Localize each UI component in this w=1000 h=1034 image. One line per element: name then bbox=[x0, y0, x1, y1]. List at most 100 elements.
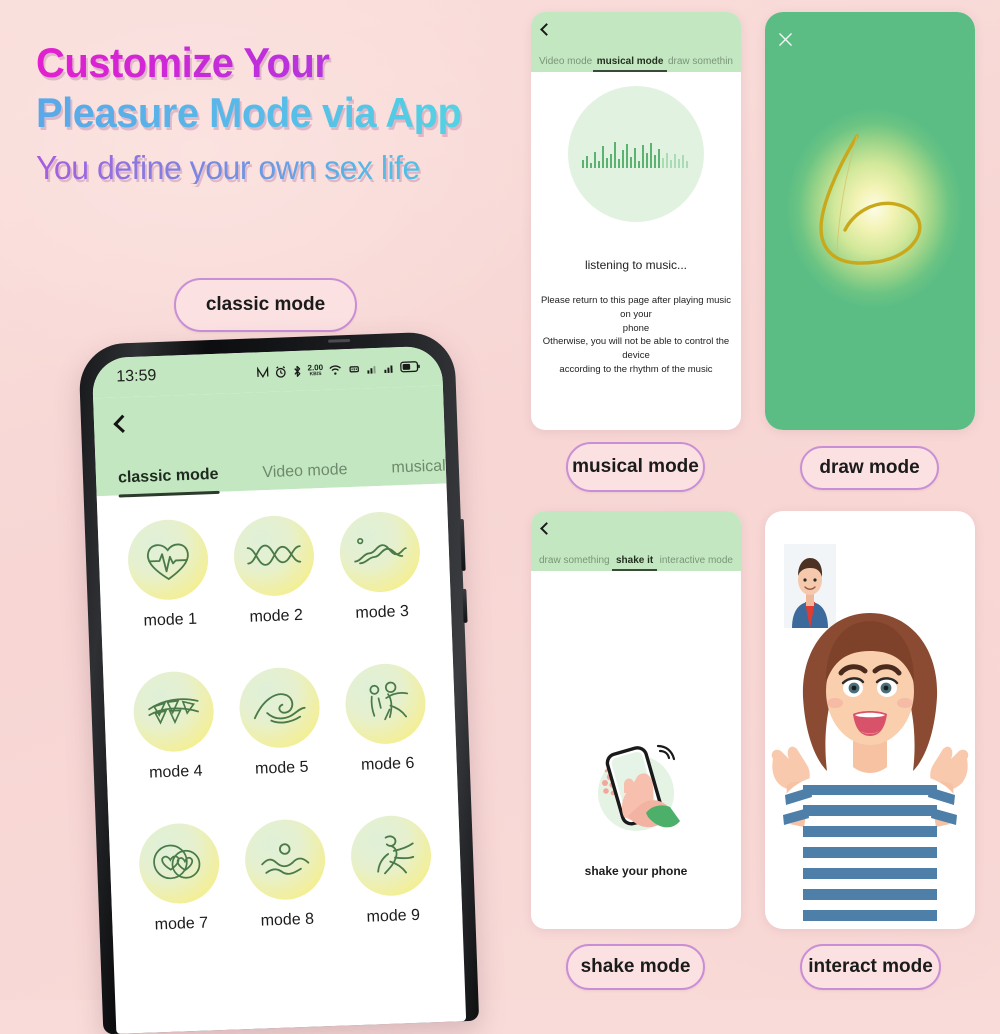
mode-label: mode 9 bbox=[366, 906, 421, 926]
tab-interactive-mode[interactable]: interactive mode bbox=[660, 555, 733, 571]
body-striped-shirt bbox=[783, 757, 957, 929]
mode-label: mode 6 bbox=[360, 754, 415, 774]
chevron-left-icon bbox=[540, 22, 553, 36]
mode-label: mode 4 bbox=[148, 762, 203, 782]
musical-body: listening to music... Please return to t… bbox=[531, 72, 741, 377]
draw-mode-card bbox=[765, 12, 975, 430]
mode-label: mode 7 bbox=[154, 914, 209, 934]
mode-icon-circle bbox=[338, 510, 422, 594]
alarm-icon bbox=[276, 365, 287, 378]
ripple-wave-icon bbox=[354, 537, 407, 565]
female-avatar-video bbox=[771, 613, 969, 929]
mode-icon-circle bbox=[243, 818, 327, 902]
mode-tile-3[interactable]: mode 3 bbox=[325, 510, 435, 624]
mode-icon-circle bbox=[349, 814, 433, 898]
card-header: draw something shake it interactive mode bbox=[531, 511, 741, 571]
card-header: Video mode musical mode draw somethin bbox=[531, 12, 741, 72]
pill-text: shake mode bbox=[580, 956, 691, 977]
tab-draw-something[interactable]: draw something bbox=[539, 555, 610, 571]
heartbeat-icon bbox=[146, 543, 189, 581]
mode-label: mode 8 bbox=[260, 910, 315, 930]
shake-mode-card: draw something shake it interactive mode bbox=[531, 511, 741, 929]
mode-grid: mode 1 mode 2 mode 3 mode 4 mode 5 mode … bbox=[96, 483, 463, 937]
back-button[interactable] bbox=[531, 511, 741, 545]
mode-tab-bar: draw something shake it interactive mode bbox=[531, 545, 741, 571]
double-heart-icon bbox=[153, 844, 201, 880]
tab-classic-mode[interactable]: classic mode bbox=[118, 466, 219, 496]
signal-1-icon bbox=[367, 365, 376, 374]
headline-line-2: Pleasure Mode via App bbox=[36, 92, 492, 134]
label-pill-shake-mode: shake mode bbox=[566, 944, 705, 990]
mode-tile-5[interactable]: mode 5 bbox=[225, 666, 335, 780]
back-button[interactable] bbox=[531, 12, 741, 46]
headline-block: Customize Your Pleasure Mode via App You… bbox=[36, 42, 516, 185]
mode-tile-2[interactable]: mode 2 bbox=[220, 514, 330, 628]
label-pill-interact-mode: interact mode bbox=[800, 944, 941, 990]
label-pill-draw-mode: draw mode bbox=[800, 446, 939, 490]
mode-tile-9[interactable]: mode 9 bbox=[337, 814, 447, 928]
shake-body: shake your phone bbox=[531, 571, 741, 929]
phone-mockup: 13:59 2.00 KB/S classic mode Video mode … bbox=[78, 331, 480, 1034]
mode-tab-bar: Video mode musical mode draw somethin bbox=[531, 46, 741, 72]
mode-label: mode 1 bbox=[143, 610, 198, 630]
mode-label: mode 2 bbox=[249, 606, 304, 626]
pill-text: classic mode bbox=[205, 294, 326, 315]
interact-mode-card bbox=[765, 511, 975, 929]
tab-video-mode[interactable]: Video mode bbox=[539, 56, 592, 72]
instruction-line-4: according to the rhythm of the music bbox=[559, 363, 713, 375]
mode-icon-circle bbox=[126, 518, 210, 602]
phone-screen: 13:59 2.00 KB/S classic mode Video mode … bbox=[91, 345, 467, 1034]
headline-subtitle: You define your own sex life bbox=[36, 151, 502, 184]
mode-tile-6[interactable]: mode 6 bbox=[331, 662, 441, 776]
pill-text: musical mode bbox=[572, 456, 699, 477]
chevron-left-icon bbox=[540, 521, 553, 535]
mode-tile-7[interactable]: mode 7 bbox=[125, 822, 235, 936]
swimmer-icon bbox=[261, 843, 310, 875]
label-pill-classic-mode: classic mode bbox=[174, 278, 357, 332]
instruction-line-3: Otherwise, you will not be able to contr… bbox=[542, 336, 730, 362]
label-pill-musical-mode: musical mode bbox=[566, 442, 705, 492]
mode-icon-circle bbox=[137, 822, 221, 905]
mode-label: mode 3 bbox=[355, 602, 410, 622]
tab-musical-mode[interactable]: musical mode bbox=[592, 56, 668, 72]
vibrate-icon bbox=[349, 365, 359, 372]
musical-mode-card: Video mode musical mode draw somethin li… bbox=[531, 12, 741, 430]
tab-draw-something[interactable]: draw somethin bbox=[668, 56, 733, 72]
tab-video-mode[interactable]: Video mode bbox=[262, 461, 348, 490]
app-header: classic mode Video mode musical mode bbox=[93, 385, 466, 497]
status-bar-icons: 2.00 KB/S bbox=[256, 360, 420, 379]
listening-status-text: listening to music... bbox=[584, 258, 688, 272]
hand-shaking-phone-icon bbox=[598, 744, 680, 831]
mode-tile-8[interactable]: mode 8 bbox=[231, 818, 341, 932]
dancing-people-icon bbox=[369, 681, 409, 721]
mode-tile-1[interactable]: mode 1 bbox=[114, 518, 224, 632]
listening-disc bbox=[568, 86, 704, 222]
pill-text: draw mode bbox=[819, 457, 920, 478]
chevron-left-icon bbox=[113, 414, 132, 433]
drawn-stroke-path bbox=[819, 134, 922, 265]
bluetooth-icon bbox=[294, 365, 301, 377]
nfc-icon bbox=[257, 365, 269, 378]
mode-icon-circle bbox=[238, 666, 321, 750]
wave-crossing-icon bbox=[246, 544, 302, 566]
musical-instructions: Please return to this page after playing… bbox=[531, 294, 741, 377]
status-bar-time: 13:59 bbox=[116, 367, 157, 386]
mode-tile-4[interactable]: mode 4 bbox=[119, 670, 229, 784]
shake-caption: shake your phone bbox=[584, 864, 688, 878]
data-speed-icon: 2.00 KB/S bbox=[307, 362, 323, 377]
mode-label: mode 5 bbox=[254, 758, 309, 778]
signal-2-icon bbox=[384, 364, 393, 373]
bunting-flags-icon bbox=[147, 698, 200, 725]
mode-icon-circle bbox=[232, 514, 316, 598]
wifi-icon bbox=[329, 364, 341, 375]
mode-icon-circle bbox=[344, 662, 427, 746]
data-speed-unit: KB/S bbox=[309, 370, 322, 377]
tab-shake-it[interactable]: shake it bbox=[611, 555, 658, 571]
runner-icon bbox=[377, 835, 415, 875]
pill-text: interact mode bbox=[808, 956, 933, 977]
ocean-wave-icon bbox=[253, 693, 306, 724]
mode-icon-circle bbox=[132, 670, 216, 754]
instruction-line-1: Please return to this page after playing… bbox=[540, 295, 732, 320]
headline-line-1: Customize Your bbox=[36, 42, 492, 84]
audio-waveform-icon bbox=[582, 142, 688, 168]
